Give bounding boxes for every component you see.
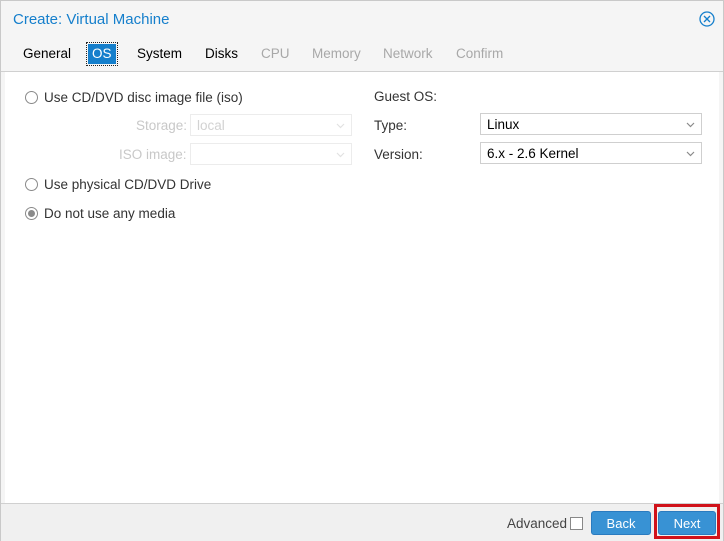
chevron-down-icon — [686, 151, 695, 157]
tab-memory: Memory — [312, 46, 361, 61]
iso-radio-label: Use CD/DVD disc image file (iso) — [44, 89, 243, 105]
iso-image-label: ISO image: — [119, 147, 187, 162]
tab-cpu: CPU — [261, 46, 290, 61]
os-version-combo[interactable]: 6.x - 2.6 Kernel — [480, 142, 702, 164]
physical-drive-radio-label: Use physical CD/DVD Drive — [44, 176, 212, 192]
storage-value: local — [197, 118, 225, 133]
no-media-radio-option[interactable]: Do not use any media — [25, 204, 175, 222]
guest-os-heading: Guest OS: — [374, 89, 438, 104]
tab-confirm: Confirm — [456, 46, 504, 61]
dialog-titlebar: Create: Virtual Machine — [1, 1, 723, 37]
back-button[interactable]: Back — [591, 511, 651, 535]
physical-drive-radio[interactable] — [25, 177, 38, 191]
advanced-checkbox[interactable] — [570, 517, 583, 530]
storage-label: Storage: — [136, 118, 188, 133]
os-type-combo[interactable]: Linux — [480, 113, 702, 135]
advanced-label: Advanced — [507, 516, 568, 531]
dialog-title: Create: Virtual Machine — [13, 11, 170, 28]
iso-image-combo — [190, 143, 352, 165]
iso-radio[interactable] — [25, 90, 38, 104]
chevron-down-icon — [686, 122, 695, 128]
next-button[interactable]: Next — [658, 511, 716, 535]
tab-system[interactable]: System — [133, 44, 186, 64]
storage-combo: local — [190, 114, 352, 136]
create-vm-dialog: Create: Virtual Machine General OS Syste… — [0, 0, 724, 541]
chevron-down-icon — [336, 152, 345, 158]
os-version-value: 6.x - 2.6 Kernel — [487, 146, 579, 161]
os-type-value: Linux — [487, 117, 520, 132]
no-media-radio-label: Do not use any media — [44, 205, 176, 221]
tab-disks[interactable]: Disks — [201, 44, 242, 64]
close-icon[interactable] — [699, 11, 715, 27]
os-panel: Use CD/DVD disc image file (iso) Storage… — [5, 72, 719, 503]
no-media-radio[interactable] — [25, 206, 38, 220]
os-version-label: Version: — [374, 147, 423, 162]
physical-drive-radio-option[interactable]: Use physical CD/DVD Drive — [25, 175, 211, 193]
tab-os[interactable]: OS — [86, 42, 118, 66]
os-type-label: Type: — [374, 118, 408, 133]
chevron-down-icon — [336, 123, 345, 129]
tab-general[interactable]: General — [19, 44, 75, 64]
wizard-tabs: General OS System Disks CPU Memory Netwo… — [1, 37, 723, 72]
dialog-footer: Advanced Back Next — [1, 503, 723, 541]
tab-network: Network — [383, 46, 433, 61]
iso-radio-option[interactable]: Use CD/DVD disc image file (iso) — [25, 88, 243, 106]
